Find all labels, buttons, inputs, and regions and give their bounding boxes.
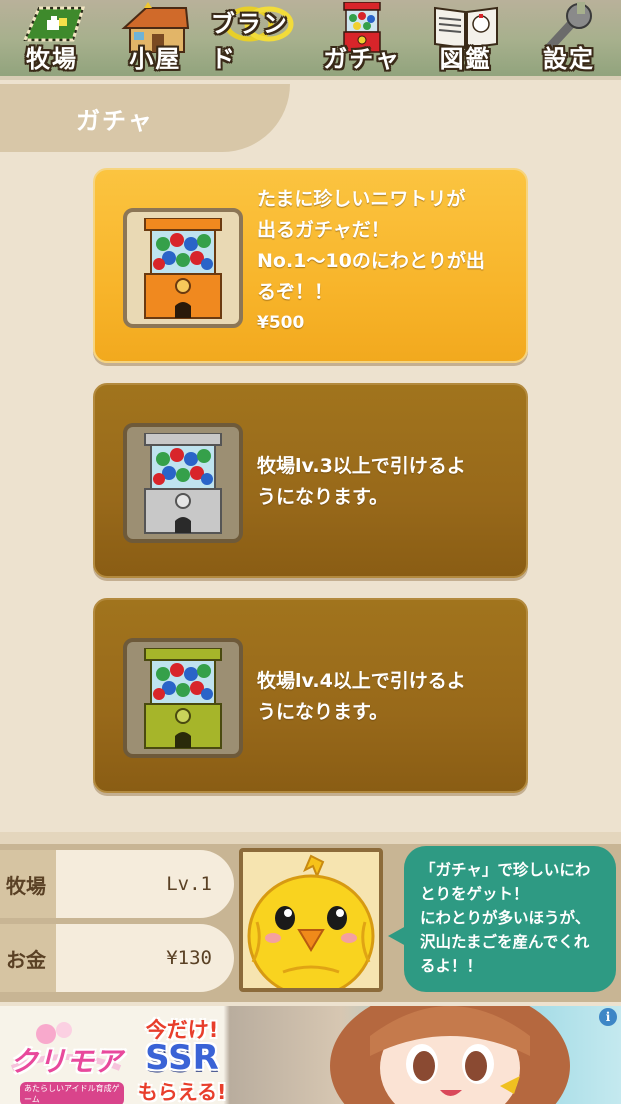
gacha-desc-line: 出るガチャだ！	[257, 219, 390, 241]
nav-gacha[interactable]: ガチャ	[314, 0, 410, 80]
gacha-description: 牧場lv.3以上で引けるよ うになります。	[257, 451, 514, 513]
gacha-machine-orange-icon	[144, 218, 222, 319]
nav-encyclopedia[interactable]: 図鑑	[418, 0, 514, 80]
gacha-desc-line: No.1〜10のにわとりが出	[257, 250, 485, 272]
gacha-desc-line: 牧場lv.3以上で引けるよ	[257, 455, 466, 477]
ad-logo-text: クリモア	[10, 1045, 123, 1078]
nav-settings[interactable]: 設定	[521, 0, 617, 80]
gacha-description: 牧場lv.4以上で引けるよ うになります。	[257, 666, 514, 728]
money-label: お金	[0, 924, 60, 992]
nav-ranch-label: 牧場	[26, 45, 78, 73]
ad-ssr-text: SSR	[145, 1038, 219, 1078]
top-navigation: 牧場 小屋 ブランド ガチャ 図鑑 設定	[0, 0, 621, 80]
chick-avatar	[239, 848, 383, 992]
ranch-level-label: 牧場	[0, 850, 60, 918]
gacha-card-1[interactable]: たまに珍しいニワトリが 出るガチャだ！ No.1〜10のにわとりが出 るぞ！！ …	[93, 168, 528, 363]
gacha-desc-line: るぞ！！	[257, 281, 334, 303]
gacha-machine-olive-icon	[144, 648, 222, 749]
ranch-level-value: Lv.1	[56, 850, 234, 918]
gacha-card-2[interactable]: 牧場lv.3以上で引けるよ うになります。	[93, 383, 528, 578]
gacha-desc-line: たまに珍しいニワトリが	[257, 188, 466, 210]
ad-logo-subtitle: あたらしいアイドル育成ゲーム	[20, 1082, 124, 1104]
nav-hut-label: 小屋	[129, 45, 182, 73]
gacha-machine-frame	[123, 208, 243, 328]
ad-logo: クリモア あたらしいアイドル育成ゲーム	[6, 1016, 124, 1104]
speech-line: にわとりが多いほうが、	[420, 909, 591, 927]
chick-character-icon	[243, 852, 379, 988]
money-value: ¥130	[56, 924, 234, 992]
gacha-description: たまに珍しいニワトリが 出るガチャだ！ No.1〜10のにわとりが出 るぞ！！ …	[257, 184, 514, 339]
ad-info-icon[interactable]: i	[599, 1008, 617, 1026]
gacha-desc-line: 牧場lv.4以上で引けるよ	[257, 670, 466, 692]
gacha-machine-frame	[123, 638, 243, 758]
gacha-price: ¥500	[257, 313, 305, 333]
nav-gacha-label: ガチャ	[323, 45, 402, 73]
nav-brand-label: ブランド	[210, 10, 289, 73]
nav-settings-label: 設定	[542, 45, 595, 73]
nav-encyclopedia-label: 図鑑	[439, 45, 492, 73]
gacha-machine-frame	[123, 423, 243, 543]
gacha-card-3[interactable]: 牧場lv.4以上で引けるよ うになります。	[93, 598, 528, 793]
ad-subline: もらえる!	[137, 1080, 227, 1104]
ad-banner[interactable]: クリモア あたらしいアイドル育成ゲーム 今だけ! SSR もらえる! i	[0, 1006, 621, 1104]
speech-line: とりをゲット！	[420, 885, 529, 903]
speech-line: 沢山たまごを産んでくれ	[420, 933, 590, 951]
speech-line: るよ！！	[420, 957, 483, 975]
nav-ranch[interactable]: 牧場	[4, 0, 100, 80]
gacha-machine-gray-icon	[144, 433, 222, 534]
nav-hut[interactable]: 小屋	[107, 0, 203, 80]
nav-brand[interactable]: ブランド	[211, 0, 307, 80]
ad-character-image	[330, 1006, 570, 1104]
speech-line: 「ガチャ」で珍しいにわ	[420, 861, 591, 879]
section-title-bar: ガチャ	[0, 84, 290, 152]
page-title: ガチャ	[76, 106, 154, 135]
hint-speech-bubble: 「ガチャ」で珍しいにわ とりをゲット！ にわとりが多いほうが、 沢山たまごを産ん…	[404, 846, 616, 992]
gacha-desc-line: うになります。	[257, 486, 389, 508]
gacha-desc-line: うになります。	[257, 701, 389, 723]
